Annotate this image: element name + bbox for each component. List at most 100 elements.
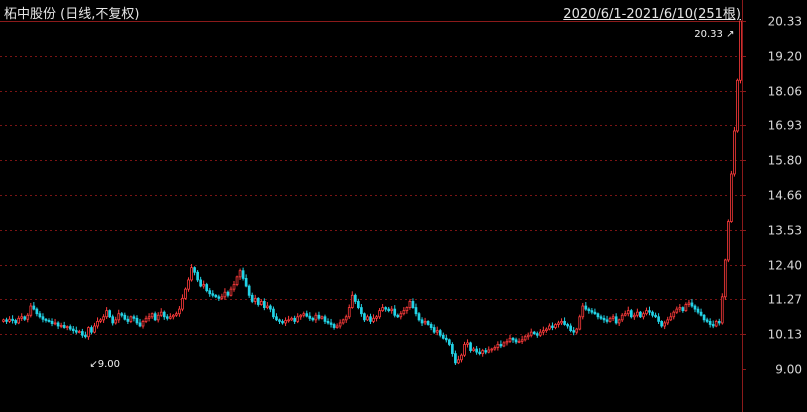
candle-body [247,285,251,296]
candle-body [357,301,360,308]
candle [360,304,363,317]
candle-body [408,301,412,308]
candle [102,314,105,323]
candle [126,315,130,325]
candle-body [293,317,297,322]
candle-body [317,314,321,319]
candle-body [375,316,378,319]
candle-body [529,331,533,336]
candle-body [117,313,121,321]
candle-body [244,277,248,287]
candle-body [414,307,418,315]
candle [523,335,527,342]
candle-body [17,317,21,324]
candle [14,318,17,326]
candle [502,341,506,348]
candle [672,310,676,320]
candle [551,322,554,331]
candle [393,305,397,318]
candle [226,290,230,298]
candle-body [105,310,108,318]
candle [417,312,421,322]
candle [108,309,112,319]
candle-body [250,294,254,302]
candle-body [566,324,569,327]
candle-body [111,316,115,324]
candle-body [47,320,51,322]
candle [181,294,184,312]
candle-body [669,316,673,321]
candle-body [411,301,415,308]
candle-body [593,311,597,315]
candle-body [660,320,663,327]
candle [244,274,248,288]
candle [156,312,160,323]
candle-body [575,328,579,333]
candle-body [705,319,709,322]
candle [111,314,115,326]
candle-body [172,314,175,318]
candle-body [693,305,697,310]
candle-body [123,314,127,320]
candle [147,313,151,322]
candle [165,314,169,321]
candle-body [614,316,618,324]
candle-body [269,305,272,310]
candle [560,318,563,326]
y-tick-label: 13.53 [768,224,802,238]
candle [74,326,78,335]
candle-body [141,320,145,327]
candle [399,311,403,320]
candle [332,322,336,330]
candle-body [232,284,236,290]
candle [59,322,63,329]
candle-body [14,320,17,324]
candle [702,314,706,323]
candle-body [23,316,27,320]
candle [699,308,703,317]
candle-body [681,307,685,312]
candle [299,314,303,320]
candle-body [684,304,688,312]
candle-body [96,320,99,327]
candle [123,312,127,321]
candle [511,337,515,343]
candle [632,312,636,320]
candle [645,307,648,316]
candle [23,315,27,321]
candle-body [266,305,269,308]
candle-body [308,315,312,319]
candle [548,323,551,331]
candle-body [717,320,721,324]
candle [684,302,688,312]
candle-body [687,302,691,305]
candle [223,288,227,300]
candle-body [262,301,266,308]
candle [41,313,45,323]
candle [323,314,327,325]
candle [62,321,66,329]
candle-body [663,322,667,327]
candle-body [648,310,651,313]
candle [366,314,369,322]
candle [654,312,657,319]
candle-body [711,324,715,327]
candle-body [332,324,336,328]
candle-body [423,320,427,324]
candle-body [275,316,278,321]
candle [554,323,557,330]
candle [168,313,172,320]
candle-body [426,320,430,325]
candle [193,266,196,276]
candle [250,292,254,304]
y-tick-label: 12.40 [768,259,802,273]
candle [593,308,597,315]
candle-body [532,331,536,335]
candle-body [587,308,591,312]
candle [84,331,87,339]
candle-body [699,311,703,316]
candle-body [551,325,554,328]
candle-body [460,354,463,361]
candle [26,313,30,323]
candle-body [184,288,187,299]
